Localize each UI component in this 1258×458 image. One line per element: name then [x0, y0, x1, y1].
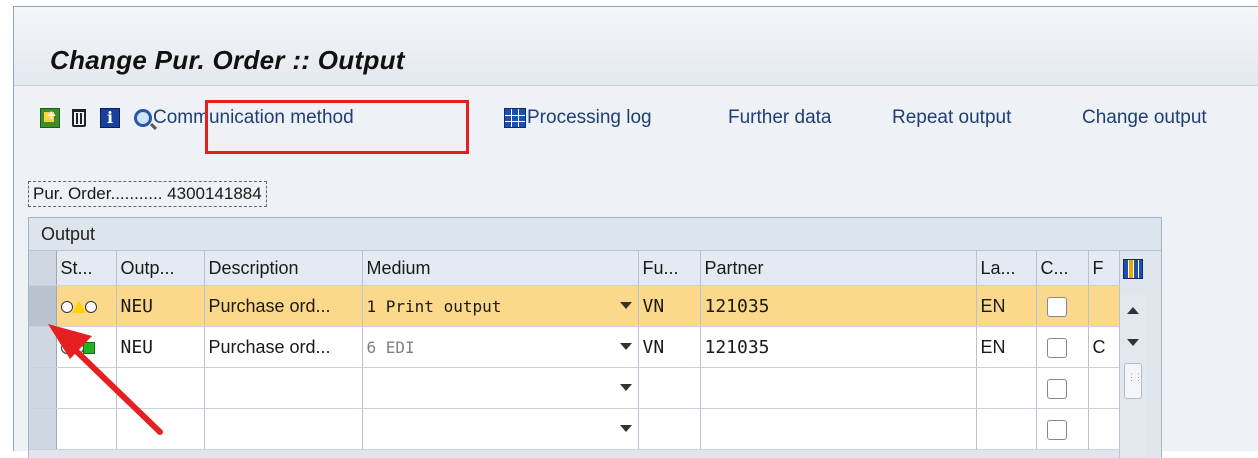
function-cell[interactable] [638, 408, 701, 450]
row-selector[interactable] [29, 285, 57, 327]
trash-icon [72, 109, 86, 127]
description-cell [204, 408, 363, 450]
further-data-button[interactable]: Further data [728, 104, 832, 132]
create-icon [40, 107, 60, 128]
status-cell [56, 408, 117, 450]
language-cell[interactable]: EN [976, 285, 1037, 327]
col-header-partner[interactable]: Partner [700, 251, 977, 286]
function-cell[interactable] [638, 367, 701, 409]
table-row[interactable] [29, 367, 1120, 409]
medium-select[interactable] [362, 408, 639, 450]
vertical-scrollbar[interactable] [1119, 293, 1146, 458]
table-settings-icon[interactable] [1123, 259, 1143, 279]
output-type-cell[interactable] [116, 408, 205, 450]
col-header-medium[interactable]: Medium [362, 251, 639, 286]
partner-cell[interactable]: 121035 [700, 285, 977, 327]
col-header-output[interactable]: Outp... [116, 251, 205, 286]
f-cell [1088, 367, 1120, 409]
c-cell [1036, 408, 1089, 450]
output-type-cell[interactable]: NEU [116, 285, 205, 327]
sap-window: Change Pur. Order :: Output i Communicat… [13, 6, 1258, 458]
pur-order-label: Pur. Order........... 4300141884 [28, 181, 267, 207]
col-header-function[interactable]: Fu... [638, 251, 701, 286]
application-toolbar: i Communication method Processing log Fu… [14, 86, 1258, 144]
repeat-output-button[interactable]: Repeat output [892, 104, 1011, 132]
chevron-down-icon[interactable] [619, 384, 632, 391]
c-cell [1036, 367, 1089, 409]
table-row[interactable]: NEU Purchase ord... 1 Print output VN 12… [29, 285, 1120, 327]
c-checkbox[interactable] [1046, 378, 1067, 399]
scroll-up-icon[interactable] [1127, 307, 1139, 314]
chevron-down-icon[interactable] [619, 425, 632, 432]
scroll-down-icon[interactable] [1127, 339, 1139, 346]
function-cell[interactable]: VN [638, 326, 701, 368]
status-green-light-icon [60, 341, 95, 354]
output-type-cell[interactable] [116, 367, 205, 409]
c-cell [1036, 285, 1089, 327]
status-cell [56, 367, 117, 409]
chevron-down-icon[interactable] [619, 343, 632, 350]
col-header-language[interactable]: La... [976, 251, 1037, 286]
select-all-cell[interactable] [29, 251, 57, 286]
create-button[interactable] [40, 104, 60, 132]
function-cell[interactable]: VN [638, 285, 701, 327]
table-row[interactable]: NEU Purchase ord... 6 EDI VN 121035 EN C [29, 326, 1120, 368]
info-button[interactable]: i [100, 104, 120, 132]
processing-log-icon [504, 108, 526, 128]
output-panel-title: Output [29, 218, 1161, 251]
output-panel: Output St... Outp... Description Medium … [28, 217, 1162, 458]
medium-select[interactable]: 1 Print output [362, 285, 639, 327]
change-output-label: Change output [1082, 107, 1207, 128]
c-checkbox[interactable] [1046, 296, 1067, 317]
table-row[interactable] [29, 408, 1120, 450]
further-data-label: Further data [728, 107, 832, 128]
col-header-description[interactable]: Description [204, 251, 363, 286]
processing-log-button[interactable]: Processing log [504, 104, 652, 132]
col-header-f[interactable]: F [1088, 251, 1120, 286]
repeat-output-label: Repeat output [892, 107, 1012, 128]
status-yellow-light-icon [60, 300, 97, 313]
output-table: St... Outp... Description Medium Fu... P… [29, 251, 1120, 450]
scroll-thumb[interactable] [1124, 363, 1142, 399]
language-cell[interactable]: EN [976, 326, 1037, 368]
language-cell[interactable] [976, 408, 1037, 450]
partner-cell[interactable]: 121035 [700, 326, 977, 368]
f-cell [1088, 408, 1120, 450]
medium-value: 6 EDI [366, 337, 415, 357]
col-header-status[interactable]: St... [56, 251, 117, 286]
annotation-highlight-box [205, 100, 469, 154]
row-selector[interactable] [29, 367, 57, 409]
output-type-cell[interactable]: NEU [116, 326, 205, 368]
row-selector[interactable] [29, 326, 57, 368]
medium-value: 1 Print output [366, 296, 502, 316]
description-cell [204, 367, 363, 409]
info-icon: i [100, 108, 120, 128]
medium-select[interactable]: 6 EDI [362, 326, 639, 368]
c-checkbox[interactable] [1046, 419, 1067, 440]
processing-log-label: Processing log [527, 107, 652, 128]
delete-button[interactable] [72, 104, 86, 132]
change-output-button[interactable]: Change output [1082, 104, 1207, 132]
partner-cell[interactable] [700, 408, 977, 450]
partner-cell[interactable] [700, 367, 977, 409]
chevron-down-icon[interactable] [619, 302, 632, 309]
page-title: Change Pur. Order :: Output [50, 45, 405, 75]
title-bar: Change Pur. Order :: Output [14, 7, 1258, 86]
table-header-row: St... Outp... Description Medium Fu... P… [29, 251, 1120, 286]
c-cell [1036, 326, 1089, 368]
communication-method-icon [134, 109, 152, 127]
row-selector[interactable] [29, 408, 57, 450]
status-cell [56, 326, 117, 368]
description-cell: Purchase ord... [204, 285, 363, 327]
f-cell [1088, 285, 1120, 327]
f-cell: C [1088, 326, 1120, 368]
col-header-c[interactable]: C... [1036, 251, 1089, 286]
status-cell [56, 285, 117, 327]
c-checkbox[interactable] [1046, 337, 1067, 358]
medium-select[interactable] [362, 367, 639, 409]
description-cell: Purchase ord... [204, 326, 363, 368]
language-cell[interactable] [976, 367, 1037, 409]
